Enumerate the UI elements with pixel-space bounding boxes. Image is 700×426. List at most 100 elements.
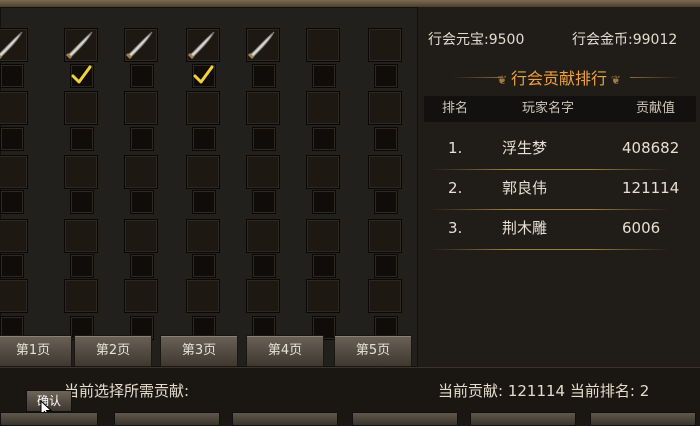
item-checkbox-slot[interactable] [130, 64, 154, 88]
current-status: 当前贡献: 121114 当前排名: 2 [438, 380, 649, 401]
page-2-button[interactable]: 第2页 [74, 335, 152, 367]
item-checkbox-slot[interactable] [0, 190, 24, 214]
item-slot[interactable] [124, 279, 158, 313]
item-slot[interactable] [64, 279, 98, 313]
item-slot[interactable] [0, 279, 28, 313]
item-checkbox-slot[interactable] [0, 64, 24, 88]
item-checkbox-slot[interactable] [374, 64, 398, 88]
item-slot[interactable] [246, 155, 280, 189]
item-checkbox-slot[interactable] [192, 127, 216, 151]
item-checkbox-slot[interactable] [192, 254, 216, 278]
page-5-button[interactable]: 第5页 [334, 335, 412, 367]
page-1-button[interactable]: 第1页 [0, 335, 72, 367]
guild-gold: 行会金币:99012 [572, 29, 677, 49]
ranking-row: 3. 荆木雕 6006 [418, 208, 700, 248]
item-slot[interactable] [246, 91, 280, 125]
item-slot[interactable] [368, 279, 402, 313]
sword-icon [65, 31, 93, 60]
item-slot[interactable] [64, 91, 98, 125]
item-slot[interactable] [124, 91, 158, 125]
guild-info-panel: 行会元宝:9500 行会金币:99012 ❦ 行会贡献排行 ❦ 排名 玩家名字 … [418, 7, 700, 367]
item-slot[interactable] [64, 155, 98, 189]
scroll-ornament-icon: ❦ [607, 73, 621, 87]
item-checkbox-slot[interactable] [130, 190, 154, 214]
item-checkbox-slot[interactable] [312, 127, 336, 151]
item-slot[interactable] [0, 219, 28, 253]
item-slot[interactable] [0, 91, 28, 125]
item-slot[interactable] [368, 219, 402, 253]
rank-number: 3. [448, 219, 463, 237]
gold-value: 99012 [632, 32, 678, 48]
current-rank-value: 2 [639, 382, 650, 400]
item-checkbox-slot[interactable] [0, 127, 24, 151]
item-checkbox-slot[interactable] [70, 254, 94, 278]
item-slot[interactable] [368, 28, 402, 62]
bottom-tab-3[interactable] [232, 412, 338, 426]
gold-label: 行会金币: [572, 32, 633, 48]
item-slot[interactable] [306, 155, 340, 189]
sword-icon [125, 31, 153, 60]
sword-icon [0, 31, 23, 59]
item-checkbox-slot[interactable] [70, 127, 94, 151]
yuanbao-value: 9500 [488, 32, 525, 48]
page-3-button[interactable]: 第3页 [160, 335, 238, 367]
item-checkbox-slot[interactable] [252, 64, 276, 88]
item-slot[interactable] [306, 219, 340, 253]
rank-number: 1. [448, 139, 463, 157]
item-checkbox-slot[interactable] [374, 127, 398, 151]
item-slot[interactable] [186, 155, 220, 189]
item-selection-panel: 第1页 第2页 第3页 第4页 第5页 [0, 7, 420, 367]
item-checkbox-slot[interactable] [130, 127, 154, 151]
item-slot[interactable] [306, 91, 340, 125]
item-checkbox-slot[interactable] [374, 190, 398, 214]
player-name: 郭良伟 [502, 179, 548, 197]
check-icon [193, 65, 214, 84]
bottom-tab-5[interactable] [470, 412, 576, 426]
item-slot[interactable] [124, 155, 158, 189]
item-checkbox-slot[interactable] [252, 127, 276, 151]
item-slot[interactable] [306, 279, 340, 313]
item-checkbox-slot[interactable] [312, 190, 336, 214]
player-name: 浮生梦 [502, 139, 548, 157]
item-slot[interactable] [368, 91, 402, 125]
item-checkbox-slot[interactable] [192, 190, 216, 214]
ranking-title: ❦ 行会贡献排行 ❦ [418, 65, 700, 89]
selected-cost-label: 当前选择所需贡献: [64, 382, 190, 400]
item-slot[interactable] [186, 219, 220, 253]
item-slot[interactable] [246, 219, 280, 253]
item-checkbox-slot[interactable] [312, 254, 336, 278]
item-checkbox-slot[interactable] [130, 254, 154, 278]
bottom-tab-1[interactable] [0, 412, 98, 426]
bottom-tab-2[interactable] [114, 412, 220, 426]
current-contribution-value: 121114 [507, 382, 566, 400]
row-divider [430, 249, 670, 250]
item-checkbox-slot[interactable] [374, 254, 398, 278]
top-border [0, 0, 700, 7]
header-contribution: 贡献值 [636, 101, 676, 116]
check-icon [71, 65, 92, 84]
page-4-button[interactable]: 第4页 [246, 335, 324, 367]
item-slot[interactable] [64, 219, 98, 253]
item-checkbox-slot[interactable] [0, 254, 24, 278]
item-checkbox-slot[interactable] [252, 190, 276, 214]
ranking-row: 2. 郭良伟 121114 [418, 168, 700, 208]
contribution-value: 408682 [622, 139, 680, 157]
item-slot[interactable] [186, 91, 220, 125]
ranking-table-header: 排名 玩家名字 贡献值 [424, 96, 696, 122]
item-slot[interactable] [0, 155, 28, 189]
item-slot[interactable] [368, 155, 402, 189]
item-checkbox-slot[interactable] [252, 254, 276, 278]
item-slot[interactable] [246, 279, 280, 313]
guild-yuanbao: 行会元宝:9500 [428, 29, 524, 49]
contribution-value: 6006 [622, 219, 661, 237]
item-slot[interactable] [306, 28, 340, 62]
bottom-tab-6[interactable] [590, 412, 696, 426]
item-slot[interactable] [186, 279, 220, 313]
footer-bar: 当前选择所需贡献: 当前贡献: 121114 当前排名: 2 确认 [0, 367, 700, 426]
item-checkbox-slot[interactable] [312, 64, 336, 88]
header-rank: 排名 [442, 101, 469, 116]
item-slot[interactable] [124, 219, 158, 253]
contribution-value: 121114 [622, 179, 680, 197]
bottom-tab-4[interactable] [352, 412, 458, 426]
item-checkbox-slot[interactable] [70, 190, 94, 214]
